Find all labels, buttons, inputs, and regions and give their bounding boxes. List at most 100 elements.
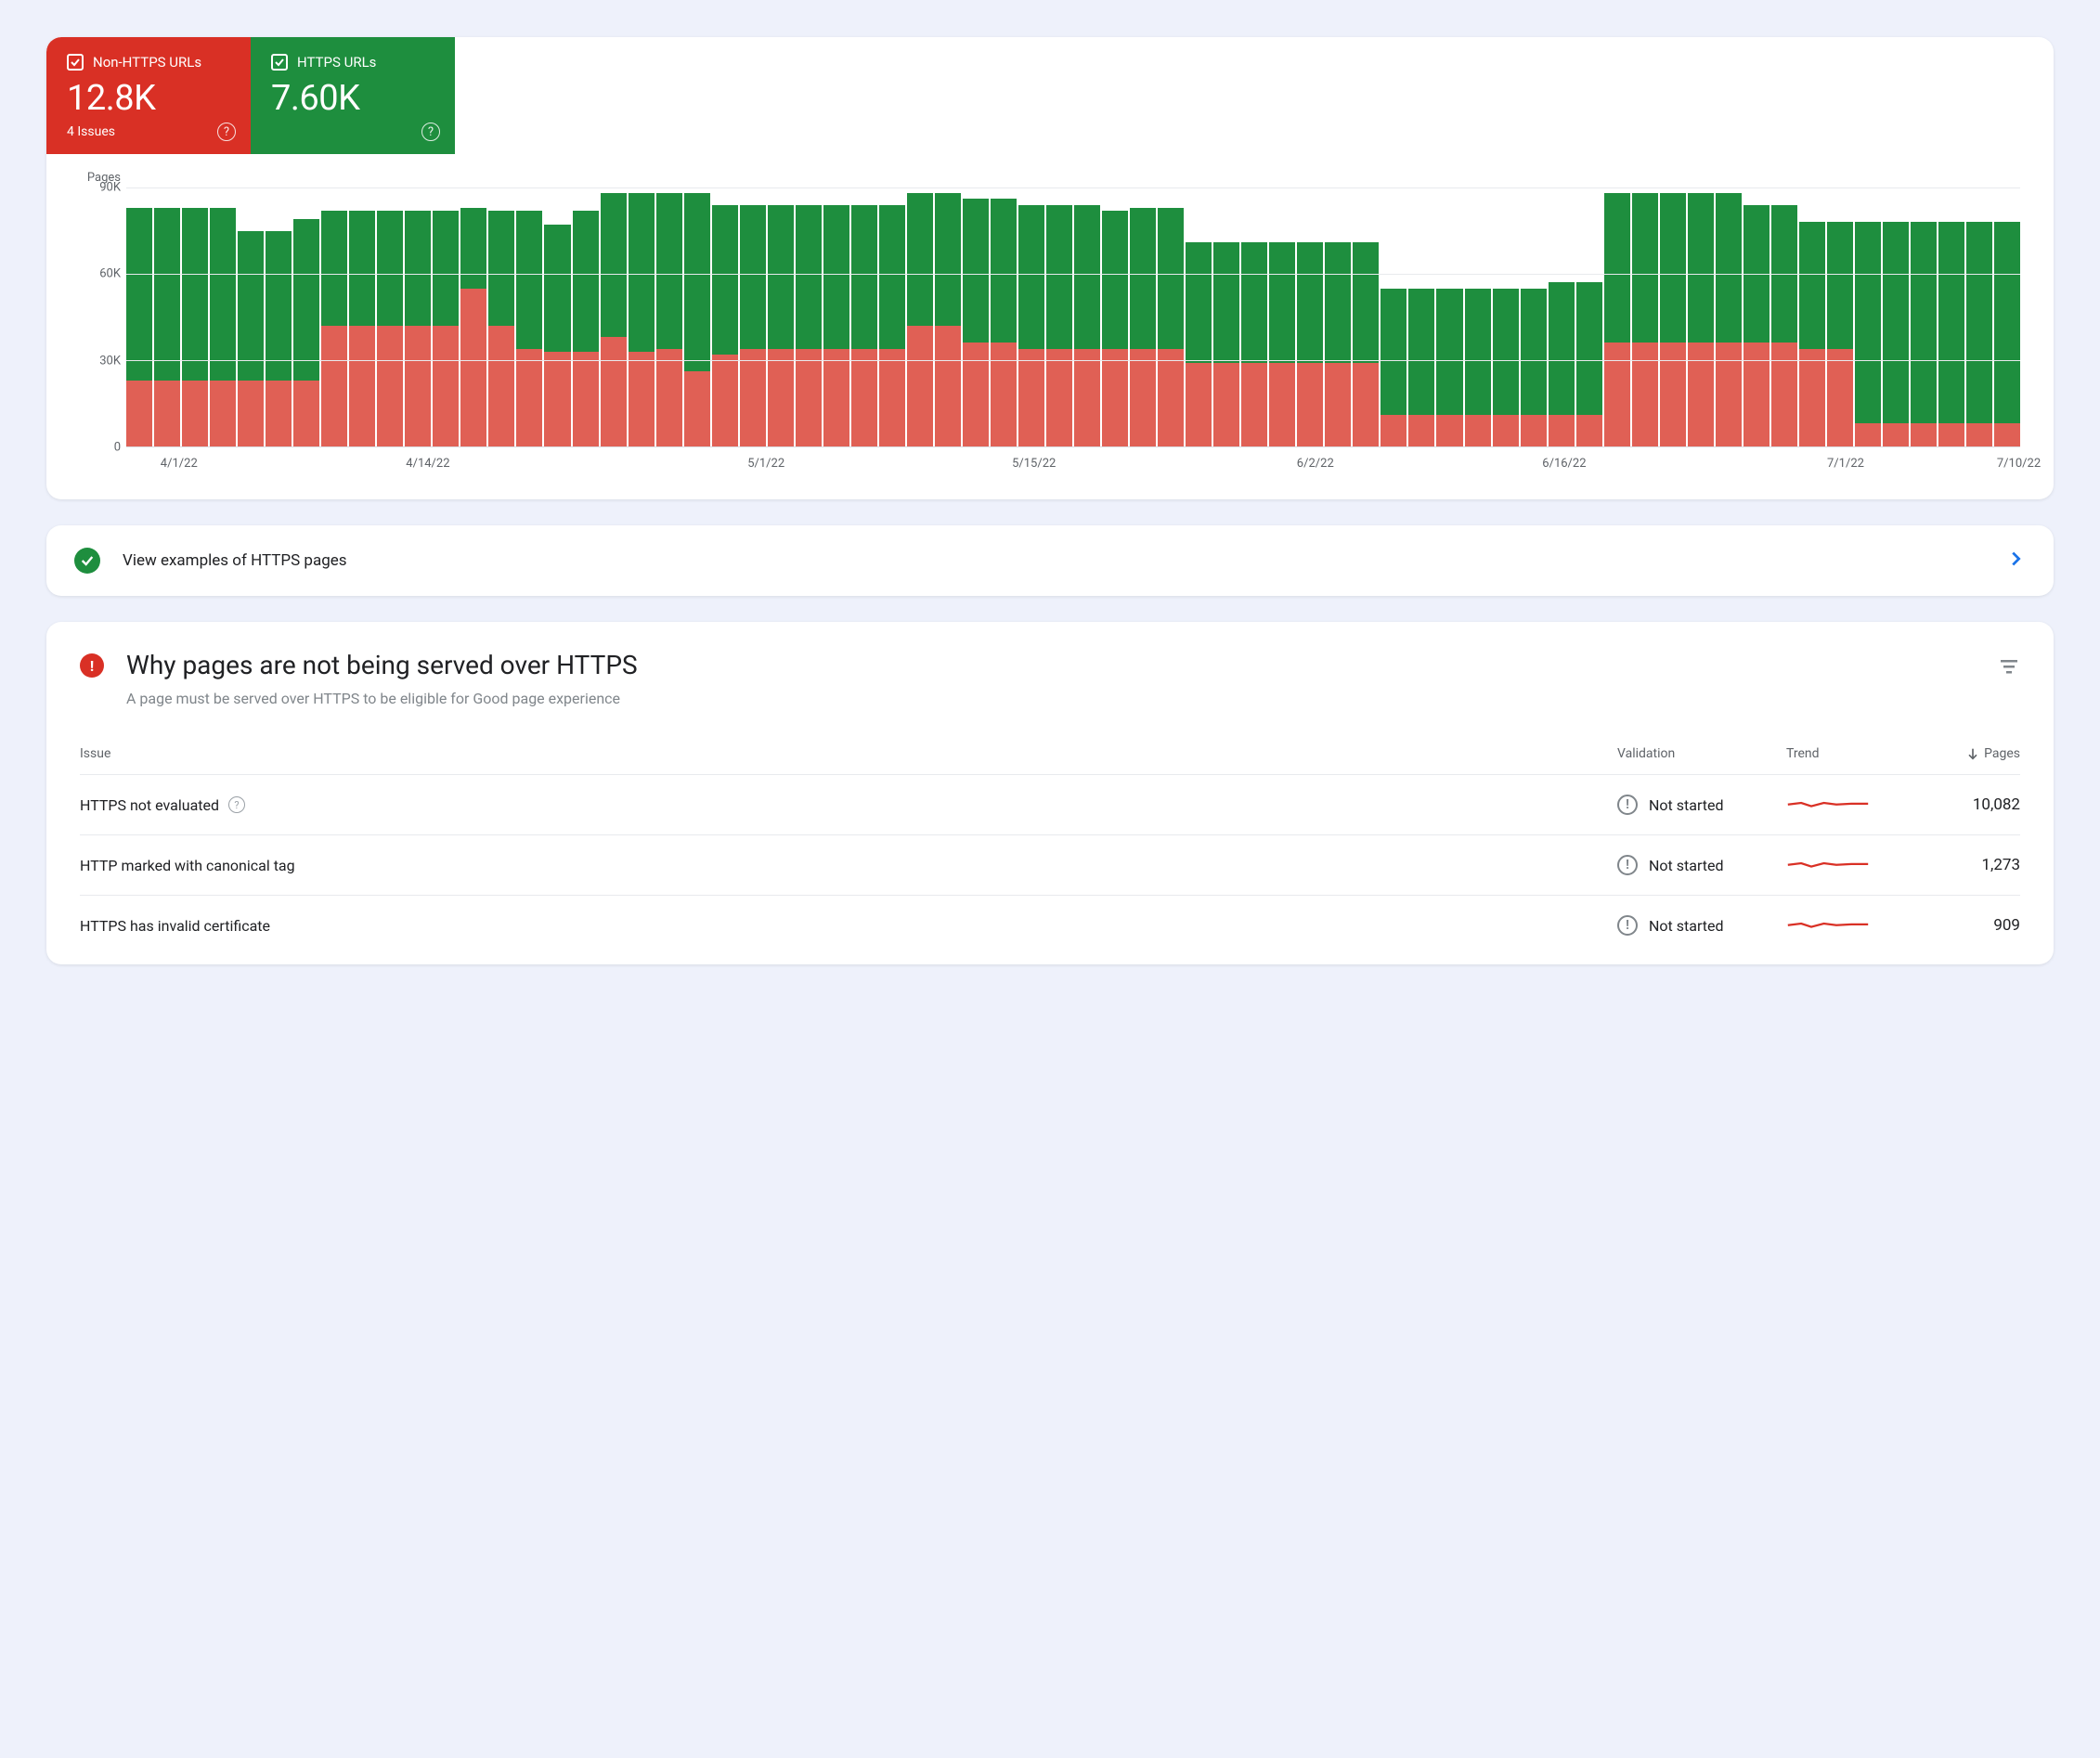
chart-bar[interactable]: [851, 205, 877, 446]
chart-bar[interactable]: [544, 225, 570, 446]
chart-bar[interactable]: [1855, 222, 1881, 446]
table-row[interactable]: HTTPS has invalid certificate!Not starte…: [80, 896, 2020, 955]
chart-bar[interactable]: [1353, 242, 1379, 446]
summary-tile-nonhttps[interactable]: Non-HTTPS URLs 12.8K 4 Issues ?: [46, 37, 251, 154]
chart-bar[interactable]: [516, 211, 542, 446]
chart-bar[interactable]: [126, 208, 152, 446]
bar-segment-nonhttps: [1353, 363, 1379, 446]
chart-bar[interactable]: [349, 211, 375, 446]
chart-bar[interactable]: [1549, 282, 1575, 446]
chart-bar[interactable]: [1018, 205, 1044, 446]
filter-button[interactable]: [1998, 655, 2020, 681]
table-header: Issue Validation Trend Pages: [80, 746, 2020, 775]
chart-bar[interactable]: [1493, 289, 1519, 447]
chart-bar[interactable]: [433, 211, 459, 446]
checkbox-icon[interactable]: [271, 54, 288, 71]
chart-bar[interactable]: [1186, 242, 1212, 446]
chart-bar[interactable]: [1938, 222, 1964, 446]
chart-bar[interactable]: [1576, 282, 1602, 446]
bar-segment-nonhttps: [1241, 363, 1267, 446]
chart-bar[interactable]: [1213, 242, 1239, 446]
chart-bar[interactable]: [1325, 242, 1351, 446]
chart-bar[interactable]: [1269, 242, 1295, 446]
chart-bar[interactable]: [321, 211, 347, 446]
chart-bar[interactable]: [488, 211, 514, 446]
chart-bar[interactable]: [1604, 193, 1630, 446]
chart-bar[interactable]: [1241, 242, 1267, 446]
chart-bar[interactable]: [629, 193, 655, 446]
x-tick: 4/14/22: [406, 457, 449, 471]
chart-bar[interactable]: [1966, 222, 1992, 446]
chart-bar[interactable]: [1130, 208, 1156, 446]
chart-bar[interactable]: [1827, 222, 1853, 446]
chart-bar[interactable]: [1660, 193, 1686, 446]
chart-bar[interactable]: [740, 205, 766, 446]
chart-bar[interactable]: [266, 231, 292, 447]
chart-bar[interactable]: [1716, 193, 1742, 446]
help-icon[interactable]: ?: [228, 796, 245, 813]
chart-bar[interactable]: [1158, 208, 1184, 446]
chart-bar[interactable]: [768, 205, 794, 446]
chart-bar[interactable]: [1994, 222, 2020, 446]
chart-bar[interactable]: [210, 208, 236, 446]
view-examples-link[interactable]: View examples of HTTPS pages: [46, 525, 2054, 596]
chart-bar[interactable]: [1046, 205, 1072, 446]
chart-bar[interactable]: [182, 208, 208, 446]
chart-bar[interactable]: [1465, 289, 1491, 447]
chart-bar[interactable]: [684, 193, 710, 446]
help-icon[interactable]: ?: [421, 123, 440, 141]
bar-segment-https: [1549, 282, 1575, 415]
chart-bar[interactable]: [573, 211, 599, 446]
table-row[interactable]: HTTPS not evaluated?!Not started10,082: [80, 775, 2020, 835]
bar-segment-https: [991, 199, 1017, 343]
chart-wrap: Pages 030K60K90K 4/1/224/14/225/1/225/15…: [46, 154, 2054, 499]
chart-bar[interactable]: [1521, 289, 1547, 447]
chart-bar[interactable]: [601, 193, 627, 446]
chart-bar[interactable]: [1381, 289, 1406, 447]
chart-bar[interactable]: [293, 219, 319, 446]
help-icon[interactable]: ?: [217, 123, 236, 141]
trend-sparkline: [1786, 794, 1898, 816]
chart-plot[interactable]: [126, 187, 2020, 447]
table-row[interactable]: HTTP marked with canonical tag!Not start…: [80, 835, 2020, 896]
bar-segment-nonhttps: [126, 381, 152, 446]
bar-segment-nonhttps: [601, 337, 627, 446]
chart-bar[interactable]: [1436, 289, 1462, 447]
checkbox-icon[interactable]: [67, 54, 84, 71]
chart-bar[interactable]: [963, 199, 989, 446]
chart-bar[interactable]: [377, 211, 403, 446]
chart-bar[interactable]: [907, 193, 933, 446]
chart-bar[interactable]: [1297, 242, 1323, 446]
chart-bar[interactable]: [1911, 222, 1937, 446]
summary-tile-https[interactable]: HTTPS URLs 7.60K ?: [251, 37, 455, 154]
chart-bar[interactable]: [1883, 222, 1909, 446]
chart-bar[interactable]: [935, 193, 961, 446]
bar-segment-https: [293, 219, 319, 381]
chart-bar[interactable]: [1632, 193, 1658, 446]
validation-cell: !Not started: [1617, 915, 1775, 936]
col-pages[interactable]: Pages: [1909, 746, 2020, 761]
chart-bar[interactable]: [1799, 222, 1825, 446]
chart-bar[interactable]: [879, 205, 905, 446]
chart-bar[interactable]: [712, 205, 738, 446]
chart-bar[interactable]: [796, 205, 822, 446]
chart-bar[interactable]: [1408, 289, 1434, 447]
bar-segment-https: [823, 205, 849, 349]
chart-bar[interactable]: [1688, 193, 1714, 446]
chart-bar[interactable]: [1771, 205, 1797, 446]
bar-segment-https: [238, 231, 264, 381]
bar-segment-nonhttps: [1436, 415, 1462, 446]
chart-bar[interactable]: [1744, 205, 1769, 446]
chart-bar[interactable]: [405, 211, 431, 446]
chart-bar[interactable]: [823, 205, 849, 446]
chart-bar[interactable]: [1074, 205, 1100, 446]
bar-segment-https: [879, 205, 905, 349]
bar-segment-nonhttps: [740, 349, 766, 446]
chart-bar[interactable]: [238, 231, 264, 447]
chart-bar[interactable]: [1102, 211, 1128, 446]
chart-bar[interactable]: [656, 193, 682, 446]
chart-bar[interactable]: [154, 208, 180, 446]
tile-head: Non-HTTPS URLs: [67, 54, 230, 71]
chart-bar[interactable]: [460, 208, 486, 446]
chart-bar[interactable]: [991, 199, 1017, 446]
